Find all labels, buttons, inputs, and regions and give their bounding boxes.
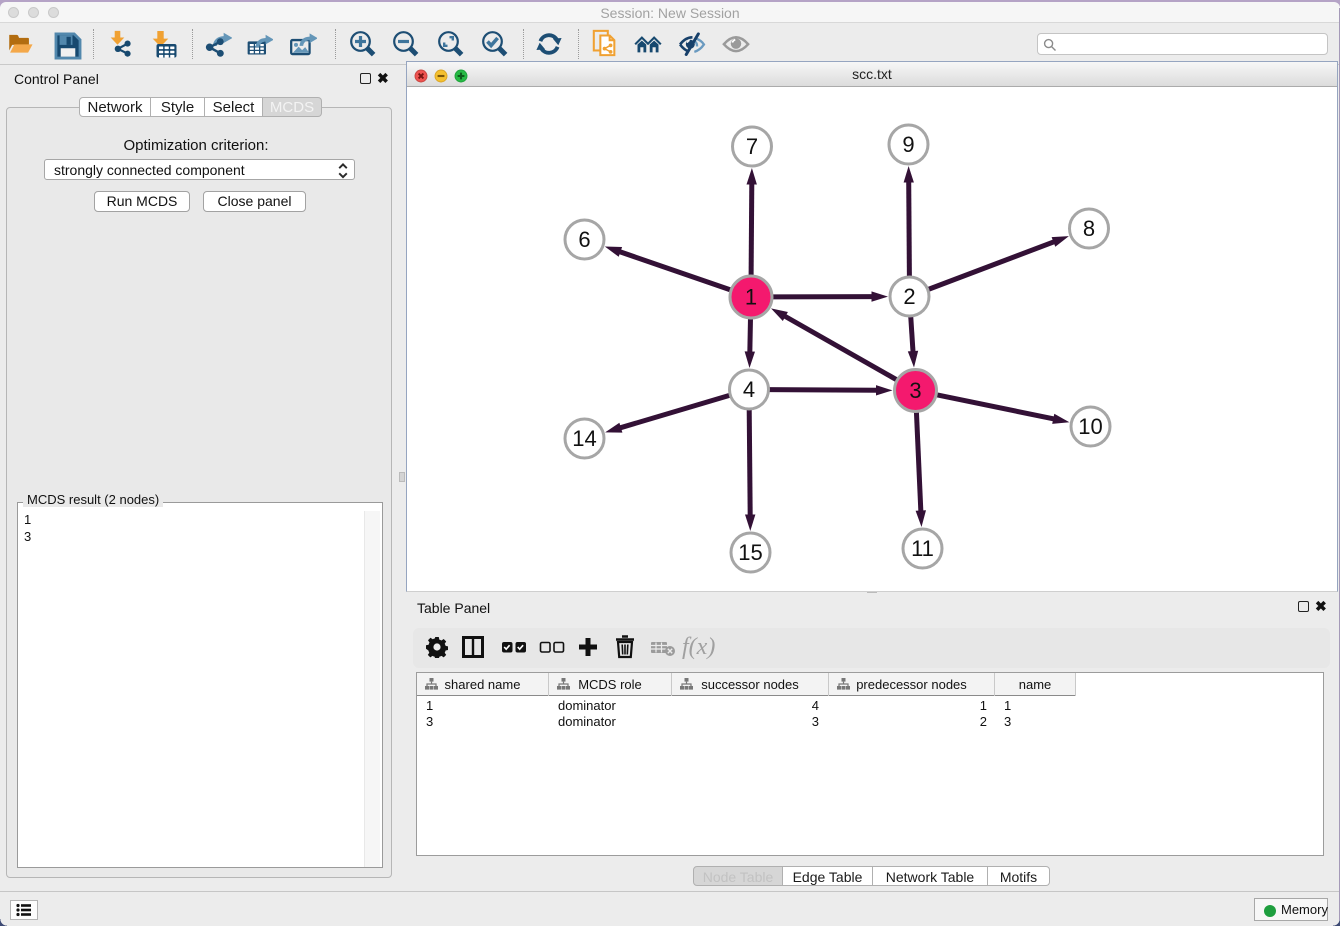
svg-text:11: 11 (911, 536, 934, 561)
svg-text:7: 7 (746, 134, 758, 159)
svg-text:2: 2 (903, 284, 915, 309)
svg-text:10: 10 (1078, 414, 1102, 439)
svg-text:6: 6 (578, 227, 590, 252)
svg-text:f(x): f(x) (682, 634, 715, 660)
svg-text:1: 1 (745, 285, 757, 310)
svg-text:3: 3 (909, 378, 921, 403)
svg-text:4: 4 (743, 377, 755, 402)
svg-text:14: 14 (572, 426, 596, 451)
svg-text:15: 15 (738, 540, 762, 565)
svg-text:9: 9 (902, 132, 914, 157)
svg-text:8: 8 (1083, 216, 1095, 241)
